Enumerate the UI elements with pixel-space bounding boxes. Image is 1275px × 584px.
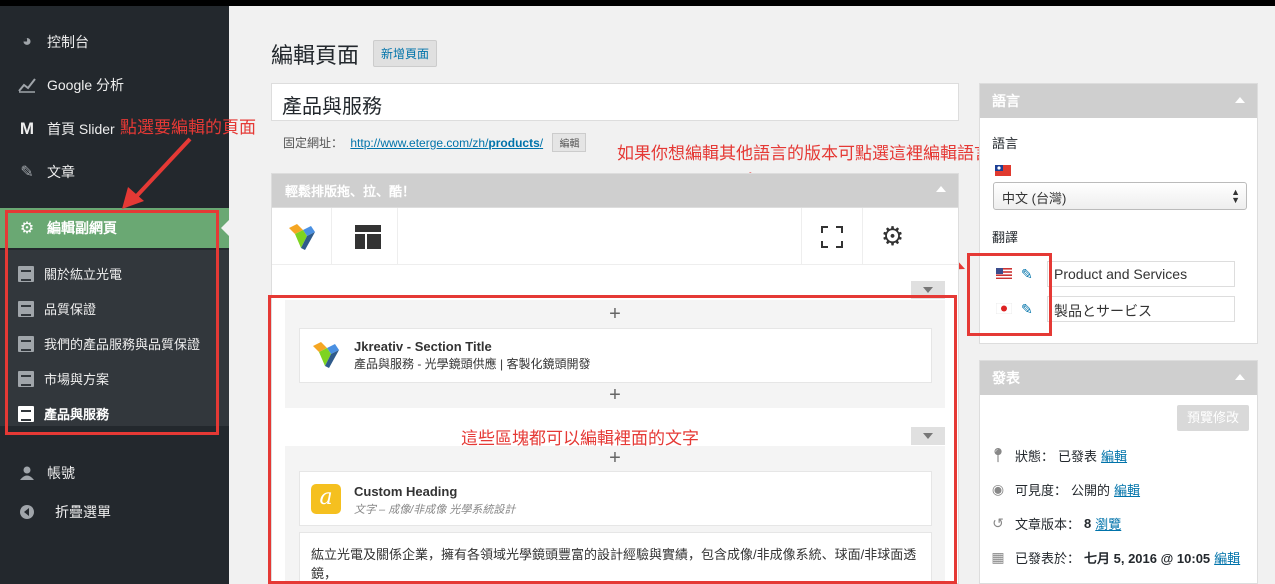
revisions-count: 8 xyxy=(1084,516,1092,531)
dashboard-icon: ◕ xyxy=(22,33,32,50)
visibility-row: ◉ 可見度： 公開的 編輯 xyxy=(989,480,1140,499)
visibility-label: 可見度： xyxy=(1015,483,1068,498)
visibility-edit-link[interactable]: 編輯 xyxy=(1114,480,1140,499)
revisions-browse-link[interactable]: 瀏覽 xyxy=(1095,514,1121,533)
collapse-icon xyxy=(17,502,37,522)
status-row: 📍︎ 狀態： 已發表 編輯 xyxy=(989,446,1127,465)
sidebar-item-label: 帳號 xyxy=(47,465,75,481)
sidebar-collapse[interactable]: 折疊選單 xyxy=(0,492,229,532)
builder-toolbar: ⚙ xyxy=(272,208,958,265)
user-icon xyxy=(17,463,37,483)
translation-en-input[interactable]: Product and Services xyxy=(1047,261,1235,287)
layout-icon xyxy=(354,224,381,249)
sidebar-item-label: 首頁 Slider xyxy=(47,121,115,137)
history-icon: ↺ xyxy=(992,515,1004,531)
select-arrows-icon: ▲ ▼ xyxy=(1231,187,1240,205)
published-date: 七月 5, 2016 @ 10:05 xyxy=(1084,551,1211,566)
gear-icon: ⚙ xyxy=(880,221,905,251)
visibility-value: 公開的 xyxy=(1071,483,1111,498)
permalink-link[interactable]: http://www.eterge.com/zh/products/ xyxy=(350,136,543,150)
status-edit-link[interactable]: 編輯 xyxy=(1101,446,1127,465)
annotation-box-elements xyxy=(268,295,957,584)
language-select[interactable]: 中文 (台灣) ▲ ▼ xyxy=(993,182,1247,210)
fullscreen-button[interactable] xyxy=(801,208,861,265)
publish-box-header[interactable]: 發表 xyxy=(980,361,1257,395)
page-title: 編輯頁面 xyxy=(271,43,360,68)
annotation-box-translations xyxy=(967,253,1052,336)
builder-header-label: 輕鬆排版拖、拉、酷！ xyxy=(285,184,416,199)
sidebar-item-label: 折疊選單 xyxy=(55,504,111,520)
translation-ja-input[interactable]: 製品とサービス xyxy=(1047,296,1235,322)
sidebar-item-label: 控制台 xyxy=(47,34,89,50)
vc-logo-icon xyxy=(288,223,315,250)
permalink-tail: / xyxy=(539,136,544,150)
permalink-label: 固定網址： xyxy=(283,136,344,150)
add-new-page-button[interactable]: 新增頁面 xyxy=(373,40,438,67)
sidebar-item-account[interactable]: 帳號 xyxy=(0,453,229,493)
revisions-row: ↺ 文章版本： 8 瀏覽 xyxy=(989,514,1121,533)
tw-flag-icon xyxy=(995,165,1011,176)
calendar-icon: ▦ xyxy=(991,549,1005,565)
published-row: ▦ 已發表於： 七月 5, 2016 @ 10:05 編輯 xyxy=(989,548,1240,567)
post-title-input[interactable]: 產品與服務 xyxy=(271,83,959,121)
slider-icon: M xyxy=(19,119,35,138)
settings-button[interactable]: ⚙ xyxy=(862,208,922,265)
active-notch xyxy=(221,220,229,236)
sidebar-item-label: 文章 xyxy=(47,164,75,180)
vc-logo-button[interactable] xyxy=(272,208,332,265)
collapse-arrow-icon xyxy=(936,186,946,192)
annotation-arrow-sidebar xyxy=(122,137,192,209)
sidebar-item-label: Google 分析 xyxy=(47,77,125,93)
language-label: 語言 xyxy=(992,136,1019,151)
annotation-other-lang: 如果你想編輯其他語言的版本可點選這裡編輯語言 xyxy=(617,144,991,163)
language-select-value: 中文 (台灣) xyxy=(1002,191,1067,206)
status-value: 已發表 xyxy=(1058,449,1098,464)
published-edit-link[interactable]: 編輯 xyxy=(1214,548,1240,567)
pin-icon: 📍︎ xyxy=(989,447,1007,463)
eye-icon: ◉ xyxy=(991,481,1005,497)
sidebar-item-analytics[interactable]: Google 分析 xyxy=(0,65,229,105)
analytics-icon xyxy=(17,75,37,95)
pin-icon: ✎ xyxy=(20,164,34,181)
publish-box-title: 發表 xyxy=(992,370,1020,386)
permalink-row: 固定網址： http://www.eterge.com/zh/products/… xyxy=(283,133,587,152)
builder-header[interactable]: 輕鬆排版拖、拉、酷！ xyxy=(272,174,958,208)
status-label: 狀態： xyxy=(1015,449,1055,464)
annotation-box-submenu xyxy=(5,210,219,435)
sidebar-item-dashboard[interactable]: ◕ 控制台 xyxy=(0,22,229,62)
permalink-edit-button[interactable]: 編輯 xyxy=(552,133,587,152)
collapse-arrow-icon xyxy=(1235,97,1245,103)
fullscreen-icon xyxy=(820,225,843,248)
translations-label: 翻譯 xyxy=(992,230,1019,245)
preview-changes-button[interactable]: 預覽修改 xyxy=(1177,405,1249,431)
published-label: 已發表於： xyxy=(1015,551,1081,566)
permalink-slug: products xyxy=(488,136,540,150)
template-layout-button[interactable] xyxy=(338,208,398,265)
permalink-base: http://www.eterge.com/zh/ xyxy=(350,136,489,150)
collapse-arrow-icon xyxy=(1235,374,1245,380)
revisions-label: 文章版本： xyxy=(1015,517,1081,532)
language-box-title: 語言 xyxy=(992,93,1020,109)
language-box-header[interactable]: 語言 xyxy=(980,84,1257,118)
